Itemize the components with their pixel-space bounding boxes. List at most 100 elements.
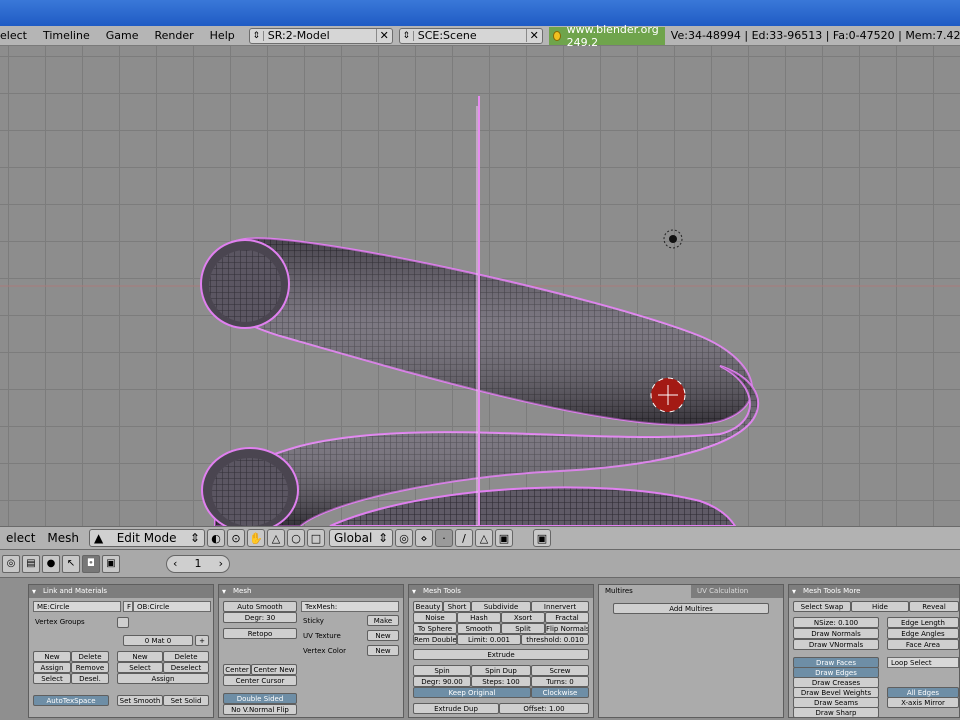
snap-icon[interactable]: ⋄ — [415, 529, 433, 547]
screen-selector[interactable]: ⇕ SR:2-Model ✕ — [248, 27, 393, 44]
vertex-color-new-button[interactable]: New — [367, 645, 399, 656]
3d-viewport[interactable] — [0, 46, 960, 526]
clockwise-toggle[interactable]: Clockwise — [531, 687, 589, 698]
menu-select[interactable]: elect — [0, 29, 35, 42]
edge-select-icon[interactable]: / — [455, 529, 473, 547]
center-button[interactable]: Center — [223, 664, 251, 675]
x-axis-mirror-toggle[interactable]: X-axis Mirror — [887, 697, 959, 708]
auto-smooth-toggle[interactable]: Auto Smooth — [223, 601, 297, 612]
tab-multires[interactable]: Multires — [599, 585, 691, 598]
retopo-toggle[interactable]: Retopo — [223, 628, 297, 639]
vertex-group-menu[interactable] — [117, 617, 129, 628]
material-delete-button[interactable]: Delete — [163, 651, 209, 662]
hand-icon[interactable]: ✋ — [247, 529, 265, 547]
to-sphere-button[interactable]: To Sphere — [413, 623, 457, 634]
menu-timeline[interactable]: Timeline — [35, 29, 98, 42]
material-deselect-button[interactable]: Deselect — [163, 662, 209, 673]
xsort-button[interactable]: Xsort — [501, 612, 545, 623]
sticky-make-button[interactable]: Make — [367, 615, 399, 626]
beauty-toggle[interactable]: Beauty — [413, 601, 443, 612]
material-plus[interactable]: + — [195, 635, 209, 646]
draw-normals-toggle[interactable]: Draw Normals — [793, 628, 879, 639]
scene-context-icon[interactable]: ▣ — [102, 554, 120, 573]
vgroup-new-button[interactable]: New — [33, 651, 71, 662]
vgroup-assign-button[interactable]: Assign — [33, 662, 71, 673]
spin-degr-field[interactable]: Degr: 90.00 — [413, 676, 471, 687]
rem-double-button[interactable]: Rem Double — [413, 634, 457, 645]
panel-title[interactable]: Mesh — [219, 585, 403, 598]
mode-selector[interactable]: ▲ Edit Mode ⇕ — [89, 529, 205, 547]
noise-button[interactable]: Noise — [413, 612, 457, 623]
keep-original-toggle[interactable]: Keep Original — [413, 687, 531, 698]
panel-title[interactable]: Mesh Tools More — [789, 585, 959, 598]
updown-icon[interactable]: ⇕ — [400, 30, 414, 41]
vgroup-select-button[interactable]: Select — [33, 673, 71, 684]
limit-field[interactable]: Limit: 0.001 — [457, 634, 521, 645]
close-icon[interactable]: ✕ — [525, 29, 542, 42]
close-icon[interactable]: ✕ — [375, 29, 392, 42]
prev-arrow-icon[interactable]: ‹ — [173, 557, 177, 570]
center-new-button[interactable]: Center New — [251, 664, 297, 675]
extrude-dup-button[interactable]: Extrude Dup — [413, 703, 499, 714]
innervert-button[interactable]: Innervert — [531, 601, 589, 612]
script-context-icon[interactable]: ▤ — [22, 554, 40, 573]
spin-dup-button[interactable]: Spin Dup — [471, 665, 531, 676]
draw-type-button[interactable]: ◐ — [207, 529, 225, 547]
object-context-icon[interactable]: ↖ — [62, 554, 80, 573]
vgroup-remove-button[interactable]: Remove — [71, 662, 109, 673]
render-icon[interactable]: ▣ — [533, 529, 551, 547]
vgroup-deselect-button[interactable]: Desel. — [71, 673, 109, 684]
select-swap-button[interactable]: Select Swap — [793, 601, 851, 612]
uv-texture-new-button[interactable]: New — [367, 630, 399, 641]
short-toggle[interactable]: Short — [443, 601, 471, 612]
split-button[interactable]: Split — [501, 623, 545, 634]
proportional-edit-icon[interactable]: ◎ — [395, 529, 413, 547]
menu-game[interactable]: Game — [98, 29, 147, 42]
nsize-field[interactable]: NSize: 0.100 — [793, 617, 879, 628]
degr-field[interactable]: Degr: 30 — [223, 612, 297, 623]
texmesh-field[interactable]: TexMesh: — [301, 601, 399, 612]
updown-icon[interactable]: ⇕ — [250, 30, 264, 41]
loop-select-field[interactable]: Loop Select — [887, 657, 959, 668]
translate-icon[interactable]: △ — [267, 529, 285, 547]
material-assign-button[interactable]: Assign — [117, 673, 209, 684]
scale-icon[interactable]: □ — [307, 529, 325, 547]
offset-field[interactable]: Offset: 1.00 — [499, 703, 589, 714]
menu-select[interactable]: elect — [0, 531, 41, 545]
face-area-toggle[interactable]: Face Area — [887, 639, 959, 650]
editing-context-icon[interactable]: ◘ — [82, 554, 100, 573]
hide-button[interactable]: Hide — [851, 601, 909, 612]
scene-selector[interactable]: ⇕ SCE:Scene ✕ — [398, 27, 543, 44]
orientation-selector[interactable]: Global ⇕ — [329, 529, 393, 547]
object-name-field[interactable]: OB:Circle — [133, 601, 211, 612]
edge-angles-toggle[interactable]: Edge Angles — [887, 628, 959, 639]
frame-counter[interactable]: ‹ 1 › — [166, 554, 230, 573]
menu-render[interactable]: Render — [146, 29, 201, 42]
rotate-icon[interactable]: ○ — [287, 529, 305, 547]
menu-help[interactable]: Help — [202, 29, 243, 42]
fake-user-toggle[interactable]: F — [123, 601, 133, 612]
steps-field[interactable]: Steps: 100 — [471, 676, 531, 687]
logic-context-icon[interactable]: ◎ — [2, 554, 20, 573]
screen-name[interactable]: SR:2-Model — [264, 29, 376, 42]
next-arrow-icon[interactable]: › — [219, 557, 223, 570]
flip-normals-button[interactable]: Flip Normals — [545, 623, 589, 634]
scene-name[interactable]: SCE:Scene — [414, 29, 526, 42]
pivot-button[interactable]: ⊙ — [227, 529, 245, 547]
material-select-button[interactable]: Select — [117, 662, 163, 673]
spin-button[interactable]: Spin — [413, 665, 471, 676]
autotexspace-toggle[interactable]: AutoTexSpace — [33, 695, 109, 706]
center-cursor-button[interactable]: Center Cursor — [223, 675, 297, 686]
fractal-button[interactable]: Fractal — [545, 612, 589, 623]
shading-context-icon[interactable]: ● — [42, 554, 60, 573]
no-vnormal-flip-toggle[interactable]: No V.Normal Flip — [223, 704, 297, 715]
add-multires-button[interactable]: Add Multires — [613, 603, 769, 614]
extrude-button[interactable]: Extrude — [413, 649, 589, 660]
tab-uv-calculation[interactable]: UV Calculation — [691, 585, 783, 598]
occlude-icon[interactable]: ▣ — [495, 529, 513, 547]
screw-button[interactable]: Screw — [531, 665, 589, 676]
blender-url[interactable]: www.blender.org 249.2 — [548, 23, 665, 49]
vertex-select-icon[interactable]: · — [435, 529, 453, 547]
face-select-icon[interactable]: △ — [475, 529, 493, 547]
material-index[interactable]: 0 Mat 0 — [123, 635, 193, 646]
